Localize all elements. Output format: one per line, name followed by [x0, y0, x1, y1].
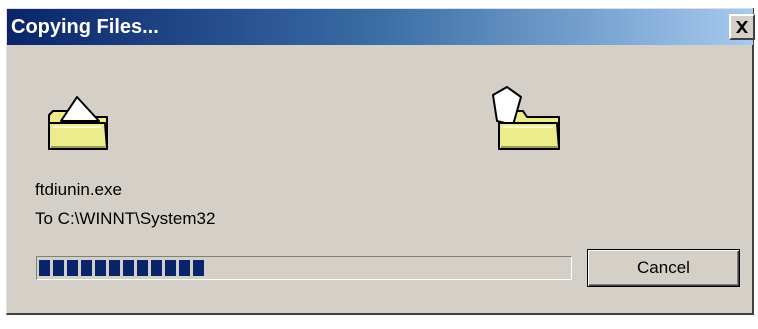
folder-with-document-icon	[492, 86, 560, 150]
title-bar[interactable]: Copying Files...	[7, 9, 755, 45]
open-folder-icon	[48, 96, 108, 150]
progress-fill	[39, 260, 204, 276]
window-title: Copying Files...	[11, 16, 159, 38]
cancel-button[interactable]: Cancel	[587, 249, 740, 287]
copy-progress-bar	[36, 256, 572, 280]
close-icon	[736, 21, 748, 33]
close-button[interactable]	[729, 14, 755, 40]
file-name: ftdiunin.exe	[35, 180, 122, 199]
copying-files-dialog: Copying Files... ftdiunin.exe To C:\WINN…	[6, 8, 755, 315]
destination-path: To C:\WINNT\System32	[35, 209, 216, 228]
